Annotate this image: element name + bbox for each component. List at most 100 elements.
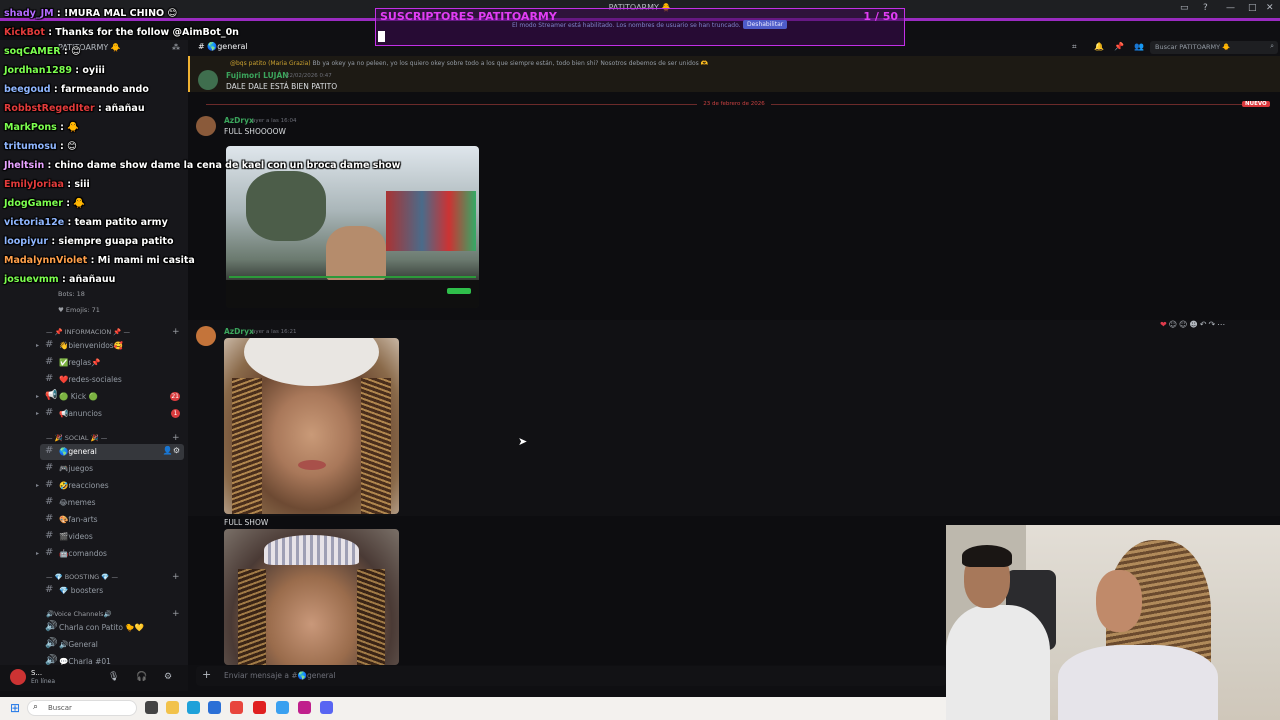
- add-attachment-icon[interactable]: +: [202, 668, 211, 681]
- chat-username[interactable]: MadalynnViolet: [4, 255, 87, 266]
- plus-icon[interactable]: +: [172, 609, 180, 619]
- category-boosting[interactable]: — 💎 BOOSTING 💎 — +: [46, 572, 180, 582]
- chat-username[interactable]: MarkPons: [4, 122, 57, 133]
- chat-message: Jordhan1289 : oyiii: [4, 65, 105, 76]
- channel-memes[interactable]: # 😂memes: [40, 495, 184, 511]
- message-actions-toolbar[interactable]: ❤☺☺☻↶↷⋯: [1160, 320, 1227, 329]
- chat-username[interactable]: soqCAMER: [4, 46, 61, 57]
- voice-channel-general[interactable]: 🔊 🔊General: [40, 637, 184, 653]
- chat-username[interactable]: loopiyur: [4, 236, 48, 247]
- channel-anuncios[interactable]: ▸ # 📢anuncios 1: [36, 406, 184, 422]
- chat-username[interactable]: RobbstRegedIter: [4, 103, 95, 114]
- unread-badge: 1: [171, 409, 180, 418]
- store-icon[interactable]: [208, 701, 221, 714]
- chat-username[interactable]: Jheltsin: [4, 160, 44, 171]
- microphone-icon[interactable]: 🎙: [108, 672, 119, 682]
- reply-preview[interactable]: @bqs patito (Maria Grazia) Bb ya okey ya…: [230, 60, 708, 67]
- disable-streamer-mode-button[interactable]: Deshabilitar: [743, 20, 788, 29]
- channel-label: 💎 boosters: [59, 586, 104, 595]
- discord-icon[interactable]: [320, 701, 333, 714]
- chat-message: shady_JM : !MURA MAL CHINO 😊: [4, 8, 177, 19]
- chat-username[interactable]: beegoud: [4, 84, 51, 95]
- image-attachment[interactable]: [224, 338, 399, 514]
- youtube-icon[interactable]: [253, 701, 266, 714]
- channel-redes-sociales[interactable]: # ❤️redes-sociales: [40, 372, 184, 388]
- chat-username[interactable]: EmilyJoriaa: [4, 179, 64, 190]
- voice-channel-charla[interactable]: 🔊 Charla con Patito 🐤💛: [40, 620, 184, 636]
- forward-icon[interactable]: ↷: [1208, 320, 1217, 329]
- channel-reglas[interactable]: # ✅reglas📌: [40, 355, 184, 371]
- image-detail: [326, 226, 386, 281]
- image-attachment[interactable]: [224, 529, 399, 665]
- search-icon: ⌕: [33, 702, 39, 712]
- category-social[interactable]: — 🎉 SOCIAL 🎉 — +: [46, 433, 180, 443]
- more-icon[interactable]: ⋯: [1217, 320, 1227, 329]
- app-icon[interactable]: [276, 701, 289, 714]
- chat-username[interactable]: Jordhan1289: [4, 65, 72, 76]
- plus-icon[interactable]: +: [172, 433, 180, 443]
- heart-reaction-icon[interactable]: ❤: [1160, 320, 1169, 329]
- headphones-icon[interactable]: 🎧: [136, 672, 147, 682]
- hash-icon: #: [45, 339, 54, 350]
- channel-comandos[interactable]: ▸ # 🤖comandos: [36, 546, 184, 562]
- emoji-reaction-icon[interactable]: ☺☺: [1169, 320, 1190, 329]
- hash-icon: #: [45, 547, 54, 558]
- channel-label: 🎨fan-arts: [59, 515, 98, 524]
- windows-start-icon[interactable]: ⊞: [10, 701, 20, 715]
- chat-username[interactable]: josuevmm: [4, 274, 59, 285]
- pin-icon[interactable]: 📌: [1114, 42, 1124, 51]
- chat-message: victoria12e : team patito army: [4, 217, 168, 228]
- image-detail: [357, 569, 385, 665]
- gear-icon[interactable]: ⚙: [164, 672, 172, 682]
- maximize-icon[interactable]: □: [1248, 3, 1257, 13]
- plus-icon[interactable]: +: [172, 572, 180, 582]
- channel-reacciones[interactable]: ▸ # 🤣reacciones: [36, 478, 184, 494]
- threads-icon[interactable]: ⌗: [1072, 42, 1077, 52]
- chat-username[interactable]: shady_JM: [4, 8, 54, 19]
- channel-juegos[interactable]: # 🎮juegos: [40, 461, 184, 477]
- chat-message: Jheltsin : chino dame show dame la cena …: [4, 160, 400, 171]
- chat-username[interactable]: victoria12e: [4, 217, 64, 228]
- avatar[interactable]: [10, 669, 26, 685]
- category-info[interactable]: — 📌 INFORMACION 📌 — +: [46, 327, 180, 337]
- task-view-icon[interactable]: [145, 701, 158, 714]
- channel-boosters[interactable]: # 💎 boosters: [40, 583, 184, 599]
- app-icon[interactable]: [298, 701, 311, 714]
- settings-icon[interactable]: 👤⚙: [163, 446, 180, 455]
- chat-message: beegoud : farmeando ando: [4, 84, 149, 95]
- help-icon[interactable]: ?: [1203, 3, 1208, 13]
- highlighted-message[interactable]: @bqs patito (Maria Grazia) Bb ya okey ya…: [188, 56, 1280, 92]
- channel-label: 🟢 Kick 🟢: [59, 392, 98, 401]
- screen-share-icon[interactable]: ▭: [1180, 3, 1189, 13]
- chat-text: : añañauu: [61, 274, 116, 285]
- add-reaction-icon[interactable]: ☻: [1189, 320, 1199, 329]
- taskbar-search-placeholder: Buscar: [48, 704, 72, 712]
- chat-message: MadalynnViolet : Mi mami mi casita: [4, 255, 195, 266]
- chrome-icon[interactable]: [230, 701, 243, 714]
- channel-kick[interactable]: ▸ 📢 🟢 Kick 🟢 21: [36, 389, 184, 405]
- user-name: S...: [31, 669, 43, 677]
- channel-videos[interactable]: # 🎬videos: [40, 529, 184, 545]
- message-author[interactable]: AzDryx: [224, 327, 254, 336]
- plus-icon[interactable]: +: [172, 327, 180, 337]
- message-input[interactable]: + Enviar mensaje a #🌎general: [196, 666, 946, 686]
- chat-username[interactable]: KickBot: [4, 27, 45, 38]
- edge-icon[interactable]: [187, 701, 200, 714]
- taskbar-search-input[interactable]: ⌕ Buscar: [27, 700, 137, 716]
- chat-text: : 🐥: [60, 122, 80, 133]
- file-explorer-icon[interactable]: [166, 701, 179, 714]
- webcam-detail: [1096, 570, 1142, 632]
- webcam-detail: [962, 545, 1012, 567]
- channel-general[interactable]: # 🌎general 👤⚙: [40, 444, 184, 460]
- bell-icon[interactable]: 🔔: [1094, 42, 1104, 51]
- channel-bienvenidos[interactable]: ▸ # 👋bienvenidos🥰: [36, 338, 184, 354]
- chat-username[interactable]: JdogGamer: [4, 198, 63, 209]
- search-input[interactable]: Buscar PATITOARMY 🐥 ⌕: [1150, 41, 1278, 54]
- close-icon[interactable]: ✕: [1266, 3, 1274, 13]
- channel-fan-arts[interactable]: # 🎨fan-arts: [40, 512, 184, 528]
- avatar[interactable]: [196, 326, 216, 346]
- category-voice[interactable]: 🔊Voice Channels🔊 +: [46, 609, 180, 619]
- minimize-icon[interactable]: —: [1226, 3, 1235, 13]
- members-icon[interactable]: 👥: [1134, 42, 1144, 51]
- chat-username[interactable]: tritumosu: [4, 141, 57, 152]
